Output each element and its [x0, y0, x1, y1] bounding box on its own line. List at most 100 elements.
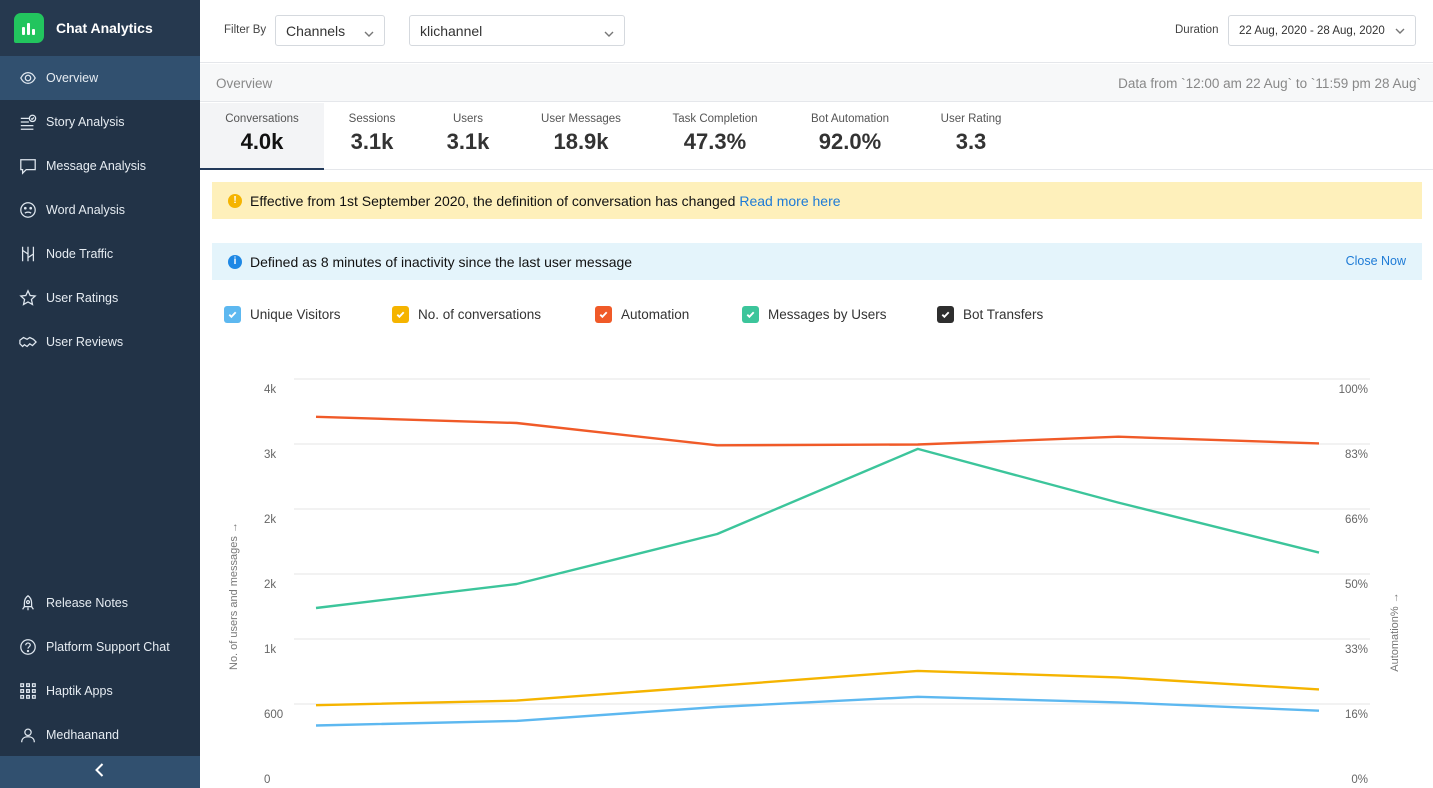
- tab-user-messages[interactable]: User Messages 18.9k: [526, 103, 636, 170]
- info-icon: i: [228, 254, 242, 269]
- sidebar-bottom-nav: Release Notes Platform Support Chat Hapt…: [0, 581, 200, 757]
- tab-bot-automation[interactable]: Bot Automation 92.0%: [794, 103, 906, 170]
- sidebar-nav: Overview Story Analysis Message Analysis…: [0, 56, 200, 364]
- checkbox-checked-icon: [742, 306, 759, 323]
- sidebar-item-label: Overview: [46, 71, 99, 85]
- y-tick-label-left: 4k: [264, 384, 276, 396]
- info-text: Defined as 8 minutes of inactivity since…: [250, 253, 633, 270]
- metric-value: 4.0k: [240, 129, 284, 154]
- tab-sessions[interactable]: Sessions 3.1k: [330, 103, 414, 170]
- y-axis-title-left: No. of users and messages →: [228, 522, 240, 670]
- legend-unique-visitors[interactable]: Unique Visitors: [224, 306, 341, 323]
- inactivity-info-banner: i Defined as 8 minutes of inactivity sin…: [212, 243, 1422, 280]
- sidebar-item-user-ratings[interactable]: User Ratings: [0, 276, 200, 320]
- sidebar-item-user-profile[interactable]: Medhaanand: [0, 713, 200, 757]
- tab-users[interactable]: Users 3.1k: [428, 103, 508, 170]
- tab-conversations[interactable]: Conversations 4.0k: [200, 103, 324, 170]
- metric-value: 47.3%: [683, 129, 747, 154]
- warning-text: Effective from 1st September 2020, the d…: [250, 192, 736, 209]
- analytics-line-chart: 0 600 1k 2k 2k 3k 4k 0% 16% 33% 50% 66% 83% 100% No. o…: [228, 378, 1401, 786]
- message-icon: [18, 156, 38, 176]
- y-tick-label-left: 0: [264, 774, 270, 786]
- metric-value: 3.3: [955, 129, 987, 154]
- metric-label: User Rating: [940, 113, 1002, 125]
- metric-label: User Messages: [541, 113, 621, 125]
- rocket-icon: [18, 593, 38, 613]
- sidebar-collapse-button[interactable]: [0, 756, 200, 788]
- sidebar-item-release-notes[interactable]: Release Notes: [0, 581, 200, 625]
- sidebar-item-message-analysis[interactable]: Message Analysis: [0, 144, 200, 188]
- user-icon: [18, 725, 38, 745]
- warning-icon: !: [228, 193, 242, 208]
- legend-label: Bot Transfers: [963, 307, 1044, 322]
- sidebar-item-node-traffic[interactable]: Node Traffic: [0, 232, 200, 276]
- sidebar: Chat Analytics Overview Story Analysis M…: [0, 0, 200, 788]
- sidebar-item-label: Medhaanand: [46, 728, 119, 742]
- sidebar-item-label: Story Analysis: [46, 115, 125, 129]
- checkbox-checked-icon: [224, 306, 241, 323]
- legend-bot-transfers[interactable]: Bot Transfers: [937, 306, 1043, 323]
- metric-value: 3.1k: [350, 129, 394, 154]
- legend-label: No. of conversations: [418, 307, 542, 322]
- data-range-text: Data from `12:00 am 22 Aug` to `11:59 pm…: [1118, 76, 1421, 91]
- star-icon: [18, 288, 38, 308]
- tab-user-rating[interactable]: User Rating 3.3: [926, 103, 1016, 170]
- y-tick-label-right: 33%: [1345, 644, 1368, 656]
- help-circle-icon: [18, 637, 38, 657]
- metric-value: 3.1k: [446, 129, 490, 154]
- legend-automation[interactable]: Automation: [595, 306, 689, 323]
- legend-label: Messages by Users: [768, 307, 887, 322]
- tab-task-completion[interactable]: Task Completion 47.3%: [656, 103, 774, 170]
- app-title: Chat Analytics: [56, 20, 153, 36]
- y-tick-label-left: 600: [264, 709, 283, 721]
- series-automation-line: [315, 415, 1320, 447]
- filter-value-select[interactable]: klichannel: [409, 15, 625, 46]
- checkbox-checked-icon: [392, 306, 409, 323]
- sidebar-item-story-analysis[interactable]: Story Analysis: [0, 100, 200, 144]
- sidebar-item-label: User Ratings: [46, 291, 119, 305]
- metric-label: Task Completion: [672, 113, 758, 125]
- metric-label: Conversations: [225, 113, 299, 125]
- sidebar-item-user-reviews[interactable]: User Reviews: [0, 320, 200, 364]
- app-logo-icon: [14, 13, 44, 43]
- sidebar-item-label: Word Analysis: [46, 203, 125, 217]
- y-tick-label-right: 16%: [1345, 709, 1368, 721]
- legend-messages-by-users[interactable]: Messages by Users: [742, 306, 887, 323]
- sidebar-item-haptik-apps[interactable]: Haptik Apps: [0, 669, 200, 713]
- chevron-down-icon: [604, 26, 614, 37]
- grid-icon: [18, 681, 38, 701]
- sidebar-item-overview[interactable]: Overview: [0, 56, 200, 100]
- sidebar-item-label: Message Analysis: [46, 159, 147, 173]
- face-icon: [18, 200, 38, 220]
- legend-conversations[interactable]: No. of conversations: [392, 306, 541, 323]
- filter-type-value: Channels: [286, 22, 346, 39]
- filter-value: klichannel: [420, 22, 483, 39]
- sidebar-item-label: Platform Support Chat: [46, 640, 170, 654]
- metric-tabs: Conversations 4.0k Sessions 3.1k Users 3…: [200, 103, 1433, 170]
- y-tick-label-right: 66%: [1345, 514, 1368, 526]
- metric-value: 92.0%: [818, 129, 882, 154]
- duration-value: 22 Aug, 2020 - 28 Aug, 2020: [1239, 24, 1385, 37]
- brand[interactable]: Chat Analytics: [0, 0, 200, 56]
- handshake-icon: [18, 332, 38, 352]
- y-tick-label-left: 2k: [264, 514, 276, 526]
- close-now-button[interactable]: Close Now: [1346, 254, 1406, 268]
- series-messages-line: [315, 447, 1320, 610]
- duration-select[interactable]: 22 Aug, 2020 - 28 Aug, 2020: [1228, 15, 1416, 46]
- y-tick-label-left: 3k: [264, 449, 276, 461]
- duration-label: Duration: [1175, 24, 1219, 36]
- sidebar-item-platform-support-chat[interactable]: Platform Support Chat: [0, 625, 200, 669]
- story-list-icon: [18, 112, 38, 132]
- sidebar-item-word-analysis[interactable]: Word Analysis: [0, 188, 200, 232]
- metric-label: Users: [452, 113, 484, 125]
- read-more-link[interactable]: Read more here: [739, 193, 840, 209]
- filter-type-select[interactable]: Channels: [275, 15, 385, 46]
- legend-label: Automation: [621, 307, 690, 322]
- y-tick-label-right: 100%: [1339, 384, 1368, 396]
- eye-icon: [18, 68, 38, 88]
- overview-header: Overview Data from `12:00 am 22 Aug` to …: [200, 64, 1433, 102]
- page-title: Overview: [216, 76, 273, 91]
- sidebar-item-label: User Reviews: [46, 335, 124, 349]
- series-conversations-line: [315, 669, 1320, 707]
- metric-value: 18.9k: [553, 129, 609, 154]
